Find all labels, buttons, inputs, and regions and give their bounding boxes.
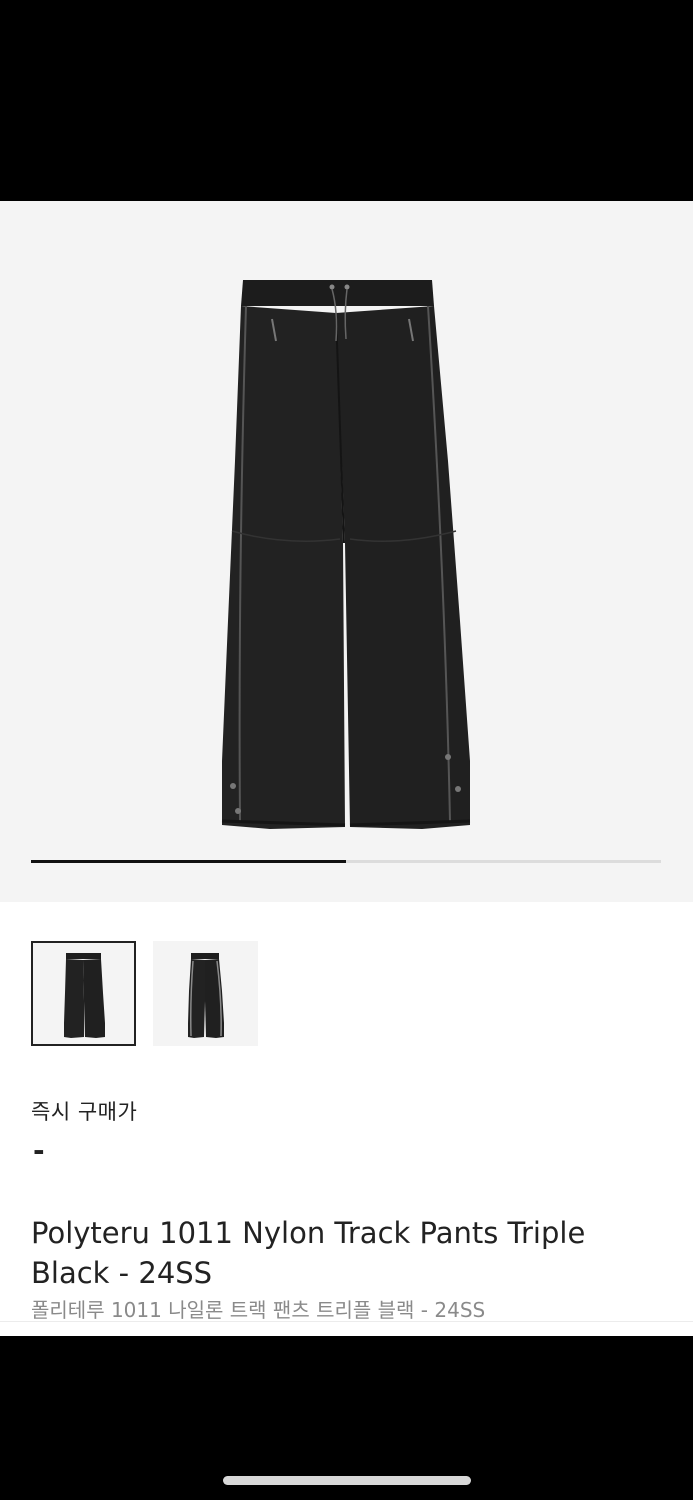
product-title-english: Polyteru 1011 Nylon Track Pants Triple B… xyxy=(31,1216,586,1290)
gallery-progress-fill xyxy=(31,860,346,863)
buy-now-price-value: - xyxy=(33,1134,45,1167)
status-bar-area xyxy=(0,0,693,201)
buy-now-price-label: 즉시 구매가 xyxy=(31,1100,138,1124)
product-title-korean: 폴리테루 1011 나일론 트랙 팬츠 트리플 블랙 - 24SS xyxy=(31,1298,486,1322)
product-image-gallery[interactable] xyxy=(0,201,693,902)
gallery-progress-track xyxy=(31,860,661,863)
product-detail: 즉시 구매가 - Polyteru 1011 Nylon Track Pants… xyxy=(0,201,693,1336)
home-indicator[interactable] xyxy=(223,1476,471,1485)
thumbnail-front[interactable] xyxy=(31,941,136,1046)
pants-thumbnail-front-image xyxy=(64,953,105,1038)
pants-thumbnail-side-image xyxy=(188,953,224,1038)
pants-front-image xyxy=(221,280,471,829)
section-divider xyxy=(0,1321,693,1322)
screen: 즉시 구매가 - Polyteru 1011 Nylon Track Pants… xyxy=(0,0,693,1500)
thumbnail-side[interactable] xyxy=(153,941,258,1046)
